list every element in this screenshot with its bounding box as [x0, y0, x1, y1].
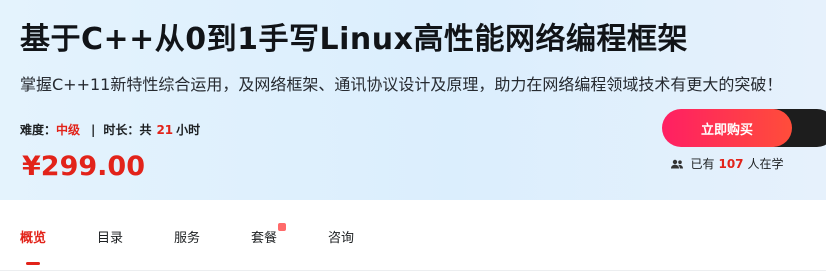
course-title: 基于C++从0到1手写Linux高性能网络编程框架	[20, 22, 689, 57]
course-meta: 难度： 中级 | 时长： 共 21 小时	[20, 121, 200, 138]
duration-unit: 小时	[176, 123, 201, 137]
difficulty-label: 难度：	[20, 123, 57, 137]
tab-consult[interactable]: 咨询	[328, 227, 354, 246]
badge-icon	[278, 223, 286, 231]
tab-service[interactable]: 服务	[174, 227, 200, 246]
course-subtitle: 掌握C++11新特性综合运用，及网络框架、通讯协议设计及原理，助力在网络编程领域…	[20, 75, 783, 94]
active-tab-indicator	[26, 262, 40, 265]
learners-count: 已有 107 人在学	[662, 155, 792, 172]
meta-separator: |	[91, 122, 96, 137]
course-price: ¥299.00	[22, 151, 145, 182]
duration-label: 时长：	[103, 123, 140, 137]
buy-now-button[interactable]: 立即购买	[662, 109, 792, 147]
course-tabs: 概览 目录 服务 套餐 咨询	[0, 200, 826, 271]
tab-package[interactable]: 套餐	[251, 227, 277, 246]
learners-suffix: 人在学	[747, 157, 784, 171]
learners-prefix: 已有	[690, 157, 715, 171]
users-icon	[671, 159, 684, 168]
tab-overview[interactable]: 概览	[20, 227, 46, 246]
course-hero: 基于C++从0到1手写Linux高性能网络编程框架 掌握C++11新特性综合运用…	[0, 0, 826, 200]
duration-prefix: 共	[139, 123, 152, 137]
tab-catalog[interactable]: 目录	[97, 227, 123, 246]
duration-value: 21	[156, 122, 174, 137]
difficulty-value: 中级	[56, 123, 81, 137]
learners-number: 107	[718, 156, 744, 171]
